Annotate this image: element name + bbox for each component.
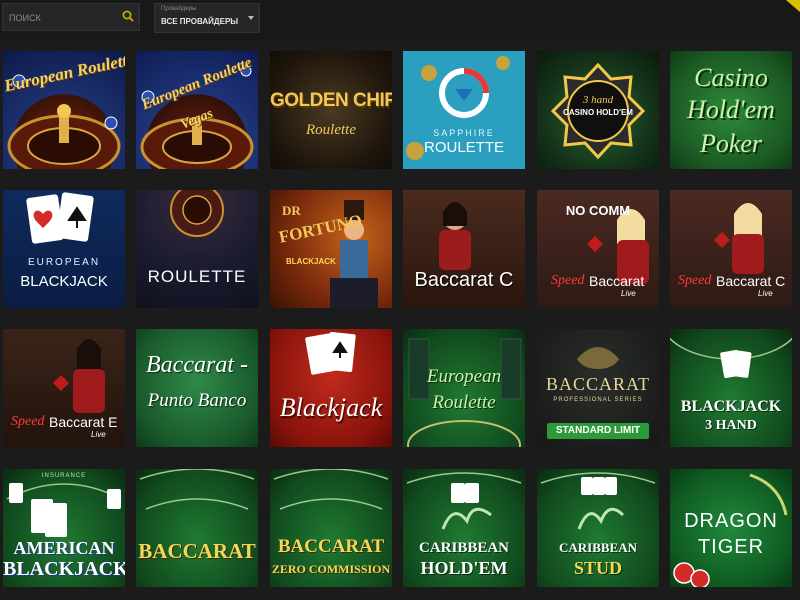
- game-subtitle: HOLD'EM: [420, 558, 508, 578]
- game-tile-casino-holdem-poker[interactable]: Casino Hold'em Poker: [670, 51, 792, 169]
- game-title: BLACKJACK: [680, 398, 782, 415]
- table-outline-icon: [139, 469, 255, 510]
- game-title: DRAGON: [684, 510, 778, 532]
- game-tile-sapphire-roulette[interactable]: SAPPHIRE ROULETTE: [403, 51, 525, 169]
- search-input[interactable]: [3, 4, 121, 32]
- game-subtitle: BLACKJACK: [286, 257, 336, 266]
- game-tile-american-blackjack[interactable]: INSURANCE AMERICAN BLACKJACK: [3, 469, 125, 587]
- game-subtitle: PROFESSIONAL SERIES: [553, 397, 643, 403]
- game-subtitle: STUD: [573, 558, 622, 578]
- game-title: Baccarat C: [414, 269, 514, 291]
- game-subtitle: BLACKJACK: [20, 273, 108, 290]
- game-tile-baccarat-punto-banco[interactable]: Baccarat - Punto Banco: [136, 329, 258, 447]
- chip-stack-icon: [407, 338, 522, 447]
- game-live-label: Live: [758, 289, 773, 298]
- game-title: BACCARAT: [138, 539, 256, 563]
- game-tile-blackjack[interactable]: Blackjack: [270, 329, 392, 447]
- game-tile-blackjack-3-hand[interactable]: BLACKJACK 3 HAND: [670, 329, 792, 447]
- game-tile-baccarat-professional-series[interactable]: BACCARAT PROFESSIONAL SERIES STANDARD LI…: [537, 329, 659, 447]
- game-tile-speed-baccarat-e[interactable]: Speed Baccarat E Live: [3, 329, 125, 447]
- game-title: CARIBBEAN: [418, 540, 509, 556]
- corner-accent-icon: [786, 0, 800, 12]
- game-badge: 3 hand: [582, 94, 614, 106]
- game-tile-speed-baccarat-no-comm[interactable]: NO COMM Speed Baccarat Live: [537, 190, 659, 308]
- game-tile-baccarat-zero-commission[interactable]: BACCARAT ZERO COMMISSION: [270, 469, 392, 587]
- game-header: INSURANCE: [41, 473, 87, 479]
- game-title: European: [426, 366, 502, 387]
- game-tile-roulette[interactable]: ROULETTE: [136, 190, 258, 308]
- game-title: ROULETTE: [147, 267, 247, 286]
- search-icon[interactable]: [121, 9, 135, 23]
- game-tile-speed-baccarat-c[interactable]: Speed Baccarat C Live: [670, 190, 792, 308]
- game-subtitle: Punto Banco: [147, 390, 247, 411]
- game-tag: NO COMM: [565, 203, 631, 218]
- game-title: Baccarat E: [49, 414, 118, 430]
- game-title: Baccarat C: [716, 273, 786, 289]
- top-bar: Провайдеры ВСЕ ПРОВАЙДЕРЫ: [0, 0, 800, 40]
- provider-select[interactable]: Провайдеры ВСЕ ПРОВАЙДЕРЫ: [154, 3, 260, 33]
- game-title: EUROPEAN: [27, 257, 101, 268]
- game-live-label: Live: [91, 430, 106, 439]
- game-subtitle: 3 HAND: [705, 418, 757, 433]
- game-title: AMERICAN: [13, 538, 115, 558]
- game-subtitle: Hold'em: [687, 95, 775, 124]
- game-title: Baccarat -: [146, 352, 248, 378]
- game-tile-baccarat[interactable]: BACCARAT: [136, 469, 258, 587]
- game-title: Baccarat: [589, 273, 645, 289]
- game-tile-dr-fortuno-blackjack[interactable]: DR FORTUNO BLACKJACK: [270, 190, 392, 308]
- playing-cards-icon: [26, 192, 94, 244]
- provider-select-label: Провайдеры: [161, 6, 197, 12]
- playing-cards-icon: [305, 331, 356, 375]
- game-tile-caribbean-holdem[interactable]: CARIBBEAN HOLD'EM: [403, 469, 525, 587]
- game-tile-golden-chip-roulette[interactable]: GOLDEN CHIP Roulette: [270, 51, 392, 169]
- game-live-label: Live: [621, 289, 636, 298]
- game-subtitle: Roulette: [432, 392, 496, 413]
- game-tile-european-roulette[interactable]: European Roulette: [3, 51, 125, 169]
- game-banner: STANDARD LIMIT: [547, 423, 649, 439]
- game-title: SAPPHIRE: [433, 128, 495, 138]
- game-subtitle: Poker: [699, 129, 763, 158]
- game-title: CASINO HOLD'EM: [563, 108, 633, 117]
- game-subtitle: TIGER: [697, 536, 765, 558]
- game-title: Blackjack: [279, 393, 383, 422]
- game-tile-european-blackjack[interactable]: EUROPEAN BLACKJACK: [3, 190, 125, 308]
- roulette-wheel-icon: [170, 190, 224, 237]
- game-subtitle: BLACKJACK: [3, 558, 125, 580]
- game-title: BACCARAT: [545, 374, 651, 394]
- game-tile-baccarat-c[interactable]: Baccarat C: [403, 190, 525, 308]
- provider-select-value: ВСЕ ПРОВАЙДЕРЫ: [161, 17, 239, 26]
- search-box[interactable]: [2, 3, 140, 32]
- game-title: CARIBBEAN: [558, 540, 637, 555]
- game-subtitle: ROULETTE: [423, 139, 504, 156]
- game-tile-caribbean-stud[interactable]: CARIBBEAN STUD: [537, 469, 659, 587]
- game-subtitle: Roulette: [306, 122, 356, 138]
- game-subtitle: ZERO COMMISSION: [271, 562, 391, 576]
- game-tile-european-roulette-vegas[interactable]: European Roulette Vegas: [136, 51, 258, 169]
- chevron-down-icon: [248, 16, 254, 20]
- game-title: Casino: [694, 63, 768, 92]
- game-tile-dragon-tiger[interactable]: DRAGON TIGER: [670, 469, 792, 587]
- game-tile-3-hand-casino-holdem[interactable]: 3 hand CASINO HOLD'EM: [537, 51, 659, 169]
- game-title: GOLDEN CHIP: [270, 90, 392, 111]
- game-tile-european-roulette-green[interactable]: European Roulette: [403, 329, 525, 447]
- game-title: BACCARAT: [277, 536, 385, 557]
